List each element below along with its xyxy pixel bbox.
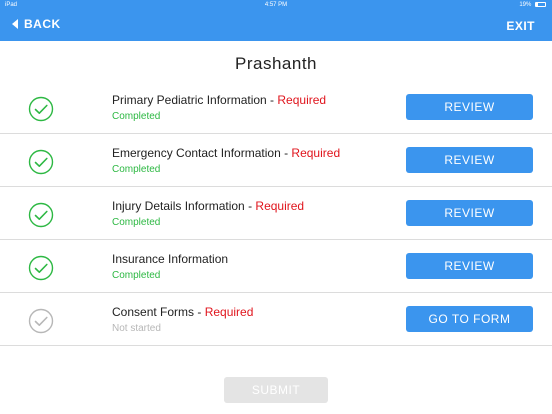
form-item-separator: - (266, 93, 278, 107)
form-item-name: Consent Forms (112, 305, 195, 319)
battery-indicator: 19% (519, 0, 546, 10)
check-circle-outline-icon (28, 308, 54, 334)
form-item-title: Consent Forms - Required (112, 305, 253, 319)
form-item-name: Insurance Information (112, 252, 229, 266)
submit-button[interactable]: SUBMIT (224, 377, 328, 403)
back-label: BACK (24, 17, 61, 31)
form-item-name: Primary Pediatric Information (112, 93, 267, 107)
form-item-status: Not started (112, 323, 161, 334)
form-list-item: Primary Pediatric Information - Required… (0, 81, 552, 134)
required-label: Required (204, 305, 254, 319)
form-item-title: Insurance Information (112, 252, 228, 266)
form-item-separator: - (280, 146, 292, 160)
form-item-status: Completed (112, 270, 161, 281)
status-time: 4:57 PM (264, 2, 288, 8)
review-button[interactable]: REVIEW (406, 200, 533, 226)
battery-icon (535, 1, 546, 7)
form-item-name: Injury Details Information (112, 199, 245, 213)
required-label: Required (255, 199, 305, 213)
form-item-title: Emergency Contact Information - Required (112, 146, 340, 160)
top-nav-bar: iPad 4:57 PM 19% BACK EXIT (0, 0, 552, 41)
form-item-separator: - (194, 305, 205, 319)
page-title: Prashanth (235, 54, 317, 73)
review-button[interactable]: REVIEW (406, 94, 533, 120)
check-circle-icon (28, 255, 54, 281)
required-label: Required (277, 93, 327, 107)
review-button[interactable]: REVIEW (406, 253, 533, 279)
required-label: Required (291, 146, 341, 160)
form-list-item: Consent Forms - Required Not started GO … (0, 293, 552, 346)
form-item-status: Completed (112, 217, 161, 228)
back-arrow-icon (12, 19, 18, 29)
check-circle-icon (28, 149, 54, 175)
form-item-title: Primary Pediatric Information - Required (112, 93, 326, 107)
review-button[interactable]: REVIEW (406, 147, 533, 173)
form-list-item: Injury Details Information - Required Co… (0, 187, 552, 240)
go-to-form-button[interactable]: GO TO FORM (406, 306, 533, 332)
exit-button[interactable]: EXIT (506, 19, 535, 33)
form-item-status: Completed (112, 164, 161, 175)
check-circle-icon (28, 96, 54, 122)
check-circle-icon (28, 202, 54, 228)
form-item-title: Injury Details Information - Required (112, 199, 304, 213)
form-list-item: Insurance Information Completed REVIEW (0, 240, 552, 293)
battery-percent: 19% (519, 2, 532, 8)
form-item-status: Completed (112, 111, 161, 122)
form-item-name: Emergency Contact Information (112, 146, 281, 160)
status-bar: iPad 4:57 PM 19% (0, 0, 552, 10)
form-list-item: Emergency Contact Information - Required… (0, 134, 552, 187)
form-item-separator: - (244, 199, 256, 213)
back-button[interactable]: BACK (12, 17, 61, 31)
